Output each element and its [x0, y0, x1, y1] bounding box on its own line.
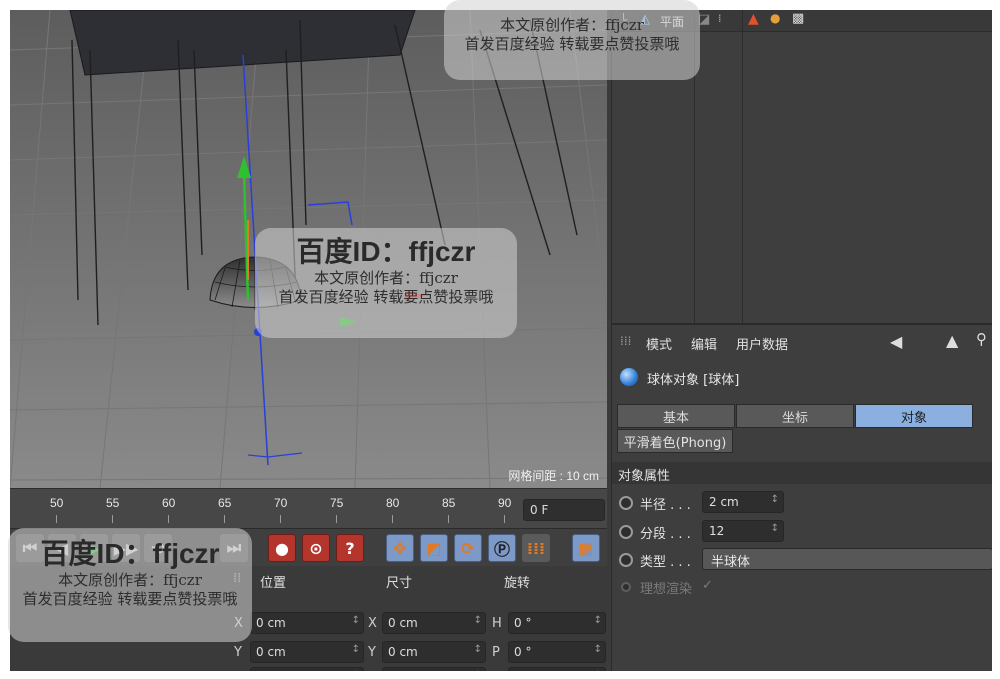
size-header: 尺寸 [386, 576, 413, 591]
radius-label: 半径 . . . [640, 498, 691, 513]
coord-axis-label: Y [234, 645, 242, 660]
render-anim-radio [621, 582, 631, 592]
timeline-tick-mark [280, 515, 281, 523]
coord-axis-label: H [492, 616, 502, 631]
timeline-tick-mark [448, 515, 449, 523]
point-level-icon[interactable]: ⁞⁞⁞ [522, 534, 550, 562]
timeline-tick: 85 [442, 496, 456, 510]
watermark: 本文原创作者：ffjczr 首发百度经验 转载要点赞投票哦 [444, 0, 700, 80]
watermark-author: 本文原创作者：ffjczr [58, 571, 202, 589]
watermark: 百度ID：ffjczr 本文原创作者：ffjczr 首发百度经验 转载要点赞投票… [8, 528, 252, 642]
back-arrow-icon[interactable]: ◀ [890, 332, 902, 351]
coord-axis-label: B [492, 670, 501, 671]
timeline-tick: 55 [106, 496, 120, 510]
sphere-icon [620, 368, 638, 386]
position-y-field[interactable]: 0 cm [250, 641, 364, 663]
type-label: 类型 . . . [640, 555, 691, 570]
segments-field[interactable]: 12 [702, 520, 784, 542]
tab-phong[interactable]: 平滑着色(Phong) [617, 429, 733, 453]
section-title: 对象属性 [612, 462, 992, 484]
watermark-author: 本文原创作者：ffjczr [500, 16, 644, 34]
grip-icon: ⁞⁞⁞ [620, 334, 632, 348]
rotation-h-field[interactable]: 0 ° [508, 612, 606, 634]
timeline-tick-mark [336, 515, 337, 523]
up-arrow-icon[interactable]: ▲ [946, 331, 958, 350]
position-x-field[interactable]: 0 cm [250, 612, 364, 634]
segments-anim-radio[interactable] [619, 525, 633, 539]
segments-label: 分段 . . . [640, 527, 691, 542]
render-check-icon[interactable]: ✓ [702, 578, 713, 593]
coordinates-manager: ⁞⁞ 位置 尺寸 旋转 X 0 cm X 0 cm H 0 ° Y 0 cm Y… [230, 566, 607, 671]
render-dots-icon[interactable]: ⁞ [718, 12, 722, 25]
rotation-header: 旋转 [504, 576, 531, 591]
watermark-title: 百度ID：ffjczr [40, 538, 220, 569]
timeline-tick: 75 [330, 496, 344, 510]
record-key-icon[interactable]: ● [268, 534, 296, 562]
timeline-tick-mark [168, 515, 169, 523]
grid-spacing-label: 网格间距 : 10 cm [508, 469, 599, 483]
watermark-title: 百度ID：ffjczr [296, 236, 476, 267]
menu-user-data[interactable]: 用户数据 [736, 334, 788, 353]
coord-axis-label: Y [368, 645, 376, 660]
watermark-slogan: 首发百度经验 转载要点赞投票哦 [464, 34, 680, 53]
cone-tag-icon[interactable]: ▲ [748, 11, 759, 27]
timeline-tick-mark [112, 515, 113, 523]
timeline-tick-mark [56, 515, 57, 523]
timeline-tick-mark [392, 515, 393, 523]
position-header: 位置 [260, 576, 287, 591]
checker-tag-icon[interactable]: ▩ [792, 11, 804, 26]
timeline-ruler[interactable]: 50 55 60 65 70 75 80 85 90 0 F [10, 488, 607, 528]
watermark-slogan: 首发百度经验 转载要点赞投票哦 [22, 589, 238, 608]
tab-coords[interactable]: 坐标 [736, 404, 854, 428]
position-z-field[interactable] [250, 667, 364, 671]
radius-field[interactable]: 2 cm [702, 491, 784, 513]
watermark-slogan: 首发百度经验 转载要点赞投票哦 [278, 287, 494, 306]
timeline-tick: 80 [386, 496, 400, 510]
rotation-p-field[interactable]: 0 ° [508, 641, 606, 663]
object-title: 球体对象 [球体] [647, 373, 740, 388]
timeline-tick: 65 [218, 496, 232, 510]
scale-key-icon[interactable]: ◩ [420, 534, 448, 562]
radius-anim-radio[interactable] [619, 496, 633, 510]
coord-axis-label: P [492, 645, 500, 660]
watermark: 百度ID：ffjczr 本文原创作者：ffjczr 首发百度经验 转载要点赞投票… [255, 228, 517, 338]
watermark-author: 本文原创作者：ffjczr [314, 269, 458, 287]
param-key-icon[interactable]: Ⓟ [488, 534, 516, 562]
timeline-tick: 70 [274, 496, 288, 510]
tab-object[interactable]: 对象 [855, 404, 973, 428]
keyframe-selection-icon[interactable]: ? [336, 534, 364, 562]
menu-mode[interactable]: 模式 [646, 334, 672, 353]
coord-axis-label: Z [368, 670, 377, 671]
menu-edit[interactable]: 编辑 [691, 334, 717, 353]
current-frame-field[interactable]: 0 F [523, 499, 605, 521]
coord-axis-label: X [368, 616, 377, 631]
rotate-key-icon[interactable]: ⟳ [454, 534, 482, 562]
timeline-tick-mark [224, 515, 225, 523]
move-key-icon[interactable]: ✥ [386, 534, 414, 562]
timeline-tick: 50 [50, 496, 64, 510]
timeline-tick: 90 [498, 496, 512, 510]
rotation-b-field[interactable] [508, 667, 606, 671]
attribute-manager: ⁞⁞⁞ 模式 编辑 用户数据 ◀ ▲ ⚲ 球体对象 [球体] 基本 坐标 对象 … [611, 323, 992, 671]
size-x-field[interactable]: 0 cm [382, 612, 486, 634]
search-icon[interactable]: ⚲ [976, 330, 987, 348]
coord-axis-label: Z [234, 670, 243, 671]
timeline-tick: 60 [162, 496, 176, 510]
size-z-field[interactable] [382, 667, 486, 671]
type-anim-radio[interactable] [619, 553, 633, 567]
type-select[interactable]: 半球体 [702, 548, 992, 570]
film-icon[interactable]: ▦ [572, 534, 600, 562]
column-divider [742, 10, 743, 323]
render-label: 理想渲染 [640, 582, 693, 597]
tab-basic[interactable]: 基本 [617, 404, 735, 428]
timeline-tick-mark [504, 515, 505, 523]
material-dots-icon[interactable]: ● [770, 11, 780, 25]
auto-key-icon[interactable]: ⊙ [302, 534, 330, 562]
size-y-field[interactable]: 0 cm [382, 641, 486, 663]
